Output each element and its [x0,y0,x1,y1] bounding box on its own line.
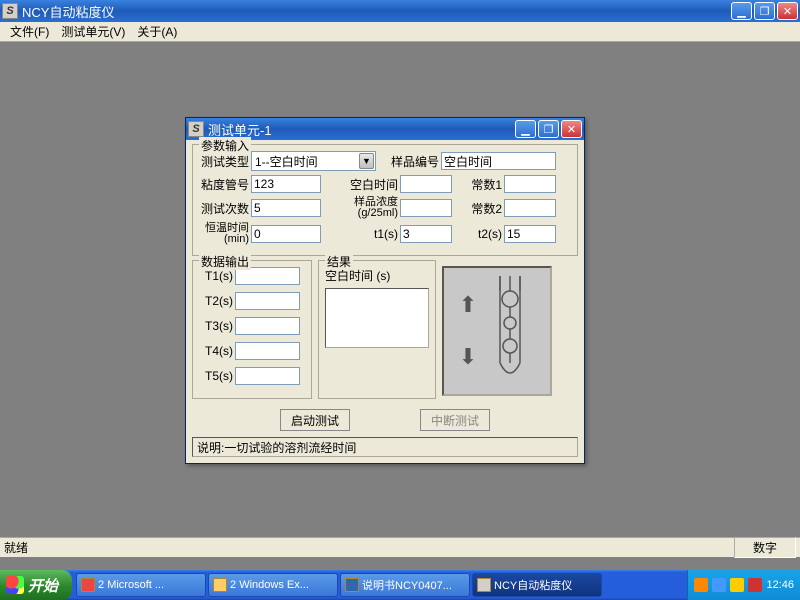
menu-bar: 文件(F) 测试单元(V) 关于(A) [0,22,800,42]
main-titlebar[interactable]: S NCY自动粘度仪 ▁ ❐ ✕ [0,0,800,22]
label-test-type: 测试类型 [199,153,249,170]
label-t2: T2(s) [199,294,233,308]
label-t1: T1(s) [199,269,233,283]
main-window: S NCY自动粘度仪 ▁ ❐ ✕ 文件(F) 测试单元(V) 关于(A) S 测… [0,0,800,557]
test-count-input[interactable] [251,199,321,217]
label-t1s: t1(s) [323,227,398,241]
close-button[interactable]: ✕ [777,2,798,20]
app-status-bar: 就绪 数字 [0,537,800,557]
tray-icon[interactable] [694,578,708,592]
data-output-group: 数据输出 T1(s) T2(s) T3(s) T4(s) T5(s) [192,260,312,399]
tray-icon[interactable] [712,578,726,592]
chevron-down-icon[interactable]: ▼ [359,153,374,169]
const1-input[interactable] [504,175,556,193]
menu-unit[interactable]: 测试单元(V) [55,21,131,42]
tray-icon[interactable] [748,578,762,592]
label-t2s: t2(s) [460,227,502,241]
arrow-down-icon: ⬇ [459,346,477,368]
maximize-button[interactable]: ❐ [754,2,775,20]
sample-no-input[interactable] [441,152,556,170]
t5-output[interactable] [235,367,300,385]
tray-icon[interactable] [730,578,744,592]
dialog-icon: S [188,121,204,137]
label-t3: T3(s) [199,319,233,333]
folder-icon [213,578,227,592]
test-type-value: 1--空白时间 [255,153,318,170]
label-sample-no: 样品编号 [384,153,439,170]
taskbar-item[interactable]: 说明书NCY0407... [340,573,470,597]
params-group-title: 参数输入 [199,137,251,154]
label-t5: T5(s) [199,369,233,383]
label-temp-time: 恒温时间(min) [199,223,249,245]
windows-logo-icon [6,576,24,594]
viscometer-diagram: ⬆ ⬇ [442,266,552,396]
word-icon [345,578,359,592]
label-test-count: 测试次数 [199,200,249,217]
taskbar-item[interactable]: 2 Windows Ex... [208,573,338,597]
result-box [325,288,429,348]
t2-output[interactable] [235,292,300,310]
dialog-maximize-button[interactable]: ❐ [538,120,559,138]
params-group: 参数输入 测试类型 1--空白时间 ▼ 样品编号 粘度管号 空白时间 [192,144,578,256]
t4-output[interactable] [235,342,300,360]
taskbar-item-active[interactable]: NCY自动粘度仪 [472,573,602,597]
result-title: 结果 [325,253,353,270]
mdi-area: S 测试单元-1 ▁ ❐ ✕ 参数输入 测试类型 1--空白时间 ▼ [0,42,800,537]
stop-test-button[interactable]: 中断测试 [420,409,490,431]
test-unit-dialog: S 测试单元-1 ▁ ❐ ✕ 参数输入 测试类型 1--空白时间 ▼ [185,117,585,464]
blank-time-input[interactable] [400,175,452,193]
menu-file[interactable]: 文件(F) [4,21,55,42]
explain-label: 说明: [197,439,224,456]
label-sample-conc: 样品浓度(g/25ml) [323,197,398,219]
label-const1: 常数1 [460,176,502,193]
minimize-button[interactable]: ▁ [731,2,752,20]
result-group: 结果 空白时间 (s) [318,260,436,399]
dialog-minimize-button[interactable]: ▁ [515,120,536,138]
clock[interactable]: 12:46 [766,579,794,591]
t1s-input[interactable] [400,225,452,243]
const2-input[interactable] [504,199,556,217]
sample-conc-input[interactable] [400,199,452,217]
temp-time-input[interactable] [251,225,321,243]
app-icon [81,578,95,592]
taskbar-item[interactable]: 2 Microsoft ... [76,573,206,597]
label-const2: 常数2 [460,200,502,217]
dialog-close-button[interactable]: ✕ [561,120,582,138]
system-tray[interactable]: 12:46 [687,570,800,600]
t2s-input[interactable] [504,225,556,243]
data-output-title: 数据输出 [199,253,251,270]
app-icon: S [2,3,18,19]
status-ready: 就绪 [4,539,28,556]
label-tube-no: 粘度管号 [199,176,249,193]
status-num: 数字 [734,537,796,558]
start-button[interactable]: 开始 [0,570,72,600]
start-label: 开始 [28,575,58,596]
label-blank-time: 空白时间 [323,176,398,193]
label-t4: T4(s) [199,344,233,358]
taskbar: 开始 2 Microsoft ... 2 Windows Ex... 说明书NC… [0,570,800,600]
test-type-select[interactable]: 1--空白时间 ▼ [251,151,376,171]
arrow-up-icon: ⬆ [459,294,477,316]
menu-about[interactable]: 关于(A) [131,21,183,42]
start-test-button[interactable]: 启动测试 [280,409,350,431]
viscometer-icon [485,271,535,391]
dialog-status: 说明: 一切试验的溶剂流经时间 [192,437,578,457]
main-title: NCY自动粘度仪 [22,2,731,21]
app-icon [477,578,491,592]
t3-output[interactable] [235,317,300,335]
tube-no-input[interactable] [251,175,321,193]
dialog-title: 测试单元-1 [208,120,515,139]
explain-text: 一切试验的溶剂流经时间 [224,439,356,456]
